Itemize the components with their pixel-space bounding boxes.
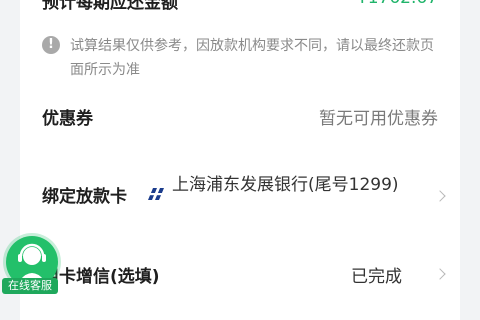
credit-status: 已完成 — [351, 267, 402, 287]
bank-card-text: 上海浦东发展银行(尾号1299) — [172, 175, 399, 195]
bind-card-label: 绑定放款卡 — [42, 187, 127, 207]
exclamation-circle-icon: ! — [42, 36, 60, 54]
coupon-label: 优惠券 — [42, 109, 93, 129]
repayment-amount: ¥1762.67 — [357, 0, 438, 8]
notice-text: 试算结果仅供参考，因放款机构要求不同，请以最终还款页面所示为准 — [70, 38, 434, 78]
spdb-bank-logo — [148, 188, 164, 200]
online-service-label: 在线客服 — [2, 278, 58, 294]
repayment-label: 预计每期应还金额 — [42, 0, 178, 13]
coupon-value[interactable]: 暂无可用优惠券 — [319, 104, 438, 129]
online-service-button[interactable]: 在线客服 — [0, 234, 60, 300]
